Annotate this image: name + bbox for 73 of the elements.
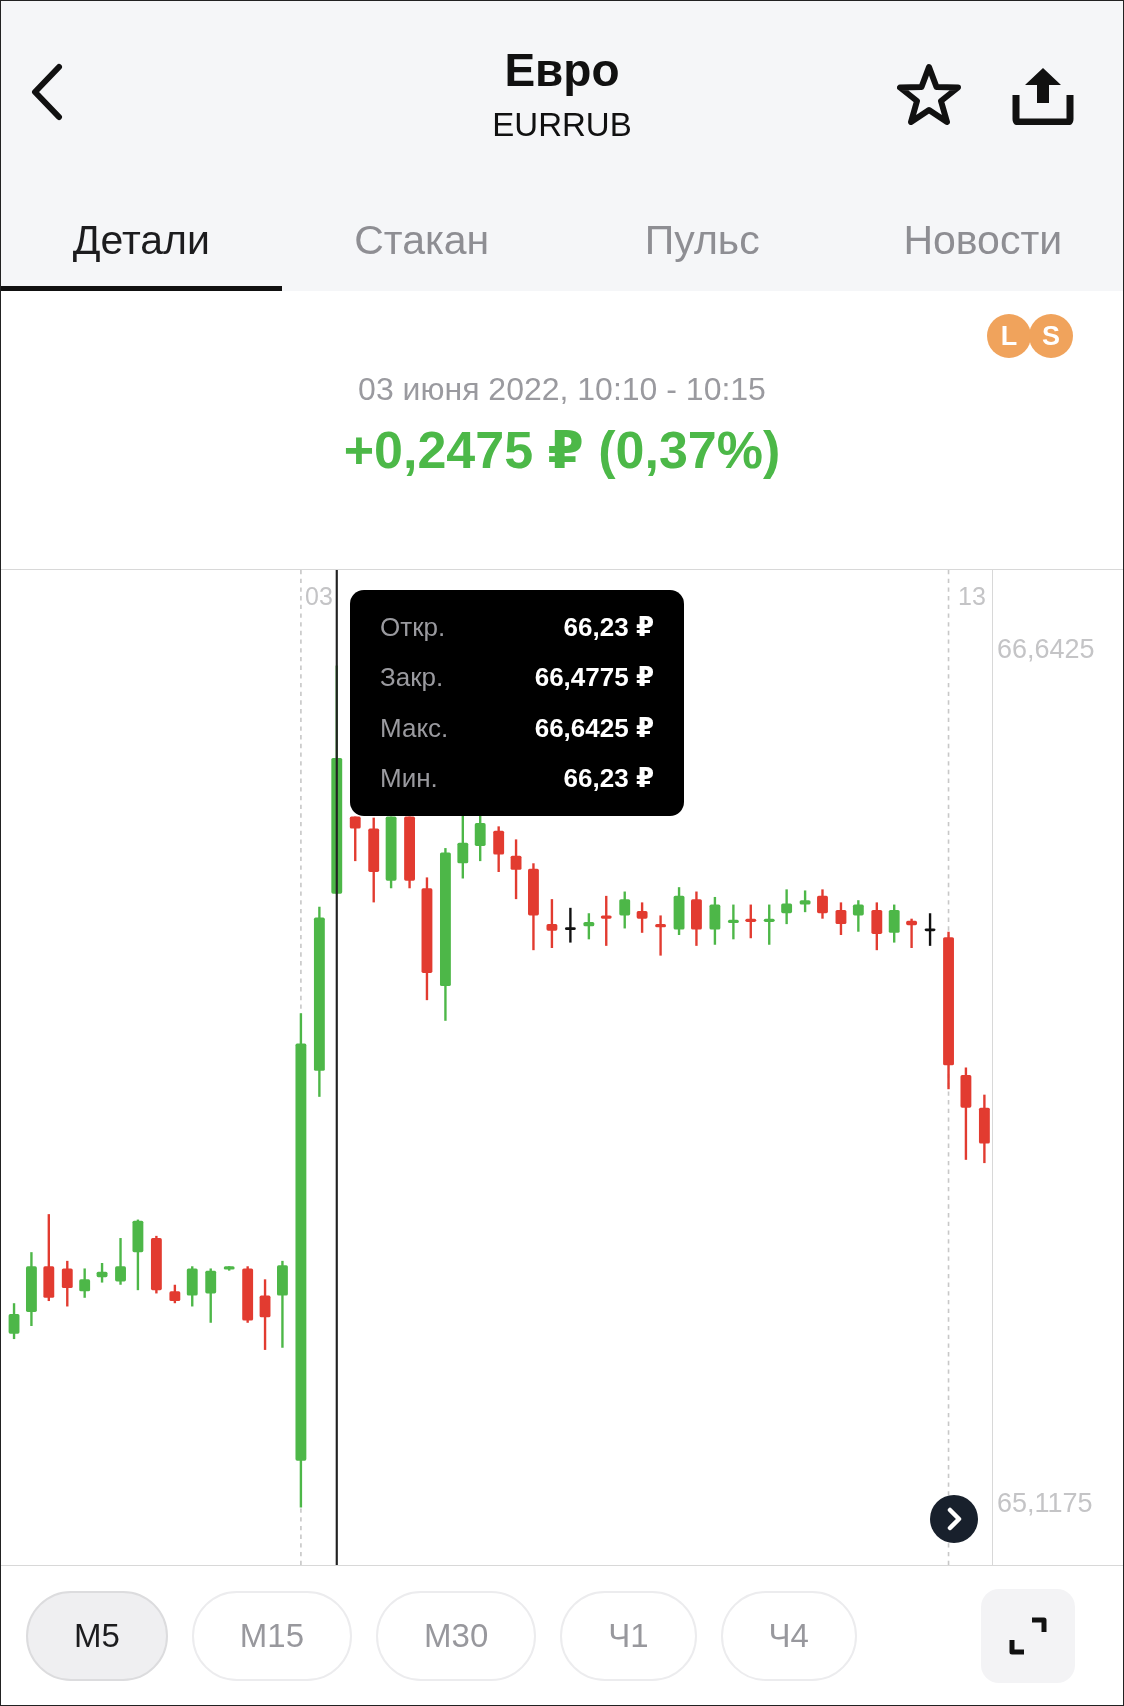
ticker-label: EURRUB [492, 105, 632, 145]
timeframe-button[interactable]: М15 [191, 1590, 353, 1681]
page-title: Евро [504, 43, 620, 97]
timeframe-button[interactable]: Ч1 [560, 1590, 697, 1681]
candle [888, 904, 900, 943]
axis-label: 66,6425 [997, 634, 1095, 665]
badge: S [1029, 314, 1073, 358]
candle [349, 816, 361, 862]
timeframe-button[interactable]: М5 [26, 1590, 168, 1681]
candle [8, 1303, 20, 1340]
price-change: +0,2475 ₽ (0,37%) [343, 420, 781, 480]
tab[interactable]: Стакан [281, 191, 562, 291]
period-label: 03 июня 2022, 10:10 - 10:15 [358, 371, 766, 408]
tooltip-value: 66,23 ₽ [562, 763, 654, 794]
candle [583, 913, 595, 940]
candle [150, 1235, 162, 1294]
candle [242, 1266, 254, 1323]
tooltip-label: Откр. [380, 612, 447, 643]
candle [835, 902, 847, 935]
axis-label: 03 [305, 582, 333, 611]
axis-label: 65,1175 [997, 1488, 1093, 1519]
fullscreen-button[interactable] [981, 1588, 1075, 1683]
candle [510, 839, 522, 900]
share-icon[interactable] [1011, 65, 1075, 125]
candle [96, 1263, 108, 1283]
candle [691, 891, 702, 946]
candle [978, 1094, 990, 1164]
tooltip-value: 66,4775 ₽ [533, 662, 654, 694]
badge: L [987, 314, 1031, 358]
candle [564, 907, 576, 943]
candle [493, 826, 505, 872]
candle [817, 889, 828, 919]
candle [619, 891, 631, 929]
candle [655, 915, 666, 956]
tooltip-label: Макс. [380, 712, 450, 744]
scroll-right-icon[interactable] [930, 1495, 978, 1543]
tab[interactable]: Пульс [562, 191, 843, 291]
candle [132, 1219, 144, 1291]
candle [781, 889, 793, 925]
tooltip-label: Закр. [380, 662, 445, 694]
candle [906, 918, 917, 948]
candle [673, 887, 685, 935]
candle [852, 900, 864, 932]
candle [799, 890, 811, 913]
candle [169, 1284, 181, 1304]
candle [727, 904, 739, 940]
tab[interactable]: Новости [842, 191, 1123, 291]
candle [709, 896, 721, 945]
candle [186, 1266, 198, 1307]
candle [924, 913, 936, 946]
tooltip-value: 66,23 ₽ [562, 612, 654, 643]
timeframe-button[interactable]: Ч4 [720, 1590, 857, 1681]
candle [600, 895, 612, 946]
tab[interactable]: Детали [1, 191, 282, 291]
candle [871, 902, 883, 951]
axis-label: 13 [958, 582, 986, 611]
tooltip-value: 66,6425 ₽ [533, 712, 654, 744]
back-icon[interactable] [30, 63, 64, 121]
candle [259, 1279, 271, 1350]
candle [223, 1266, 235, 1271]
tooltip-label: Мин. [380, 763, 439, 794]
candle [61, 1260, 73, 1307]
candle [763, 904, 775, 945]
candle [474, 815, 486, 862]
candle [115, 1238, 126, 1285]
candle [636, 902, 648, 933]
candle [457, 815, 469, 879]
candle [745, 904, 757, 939]
timeframe-button[interactable]: М30 [376, 1590, 537, 1681]
candle [546, 899, 558, 948]
candle [205, 1268, 217, 1323]
candle [79, 1268, 91, 1298]
star-icon[interactable] [897, 63, 961, 125]
